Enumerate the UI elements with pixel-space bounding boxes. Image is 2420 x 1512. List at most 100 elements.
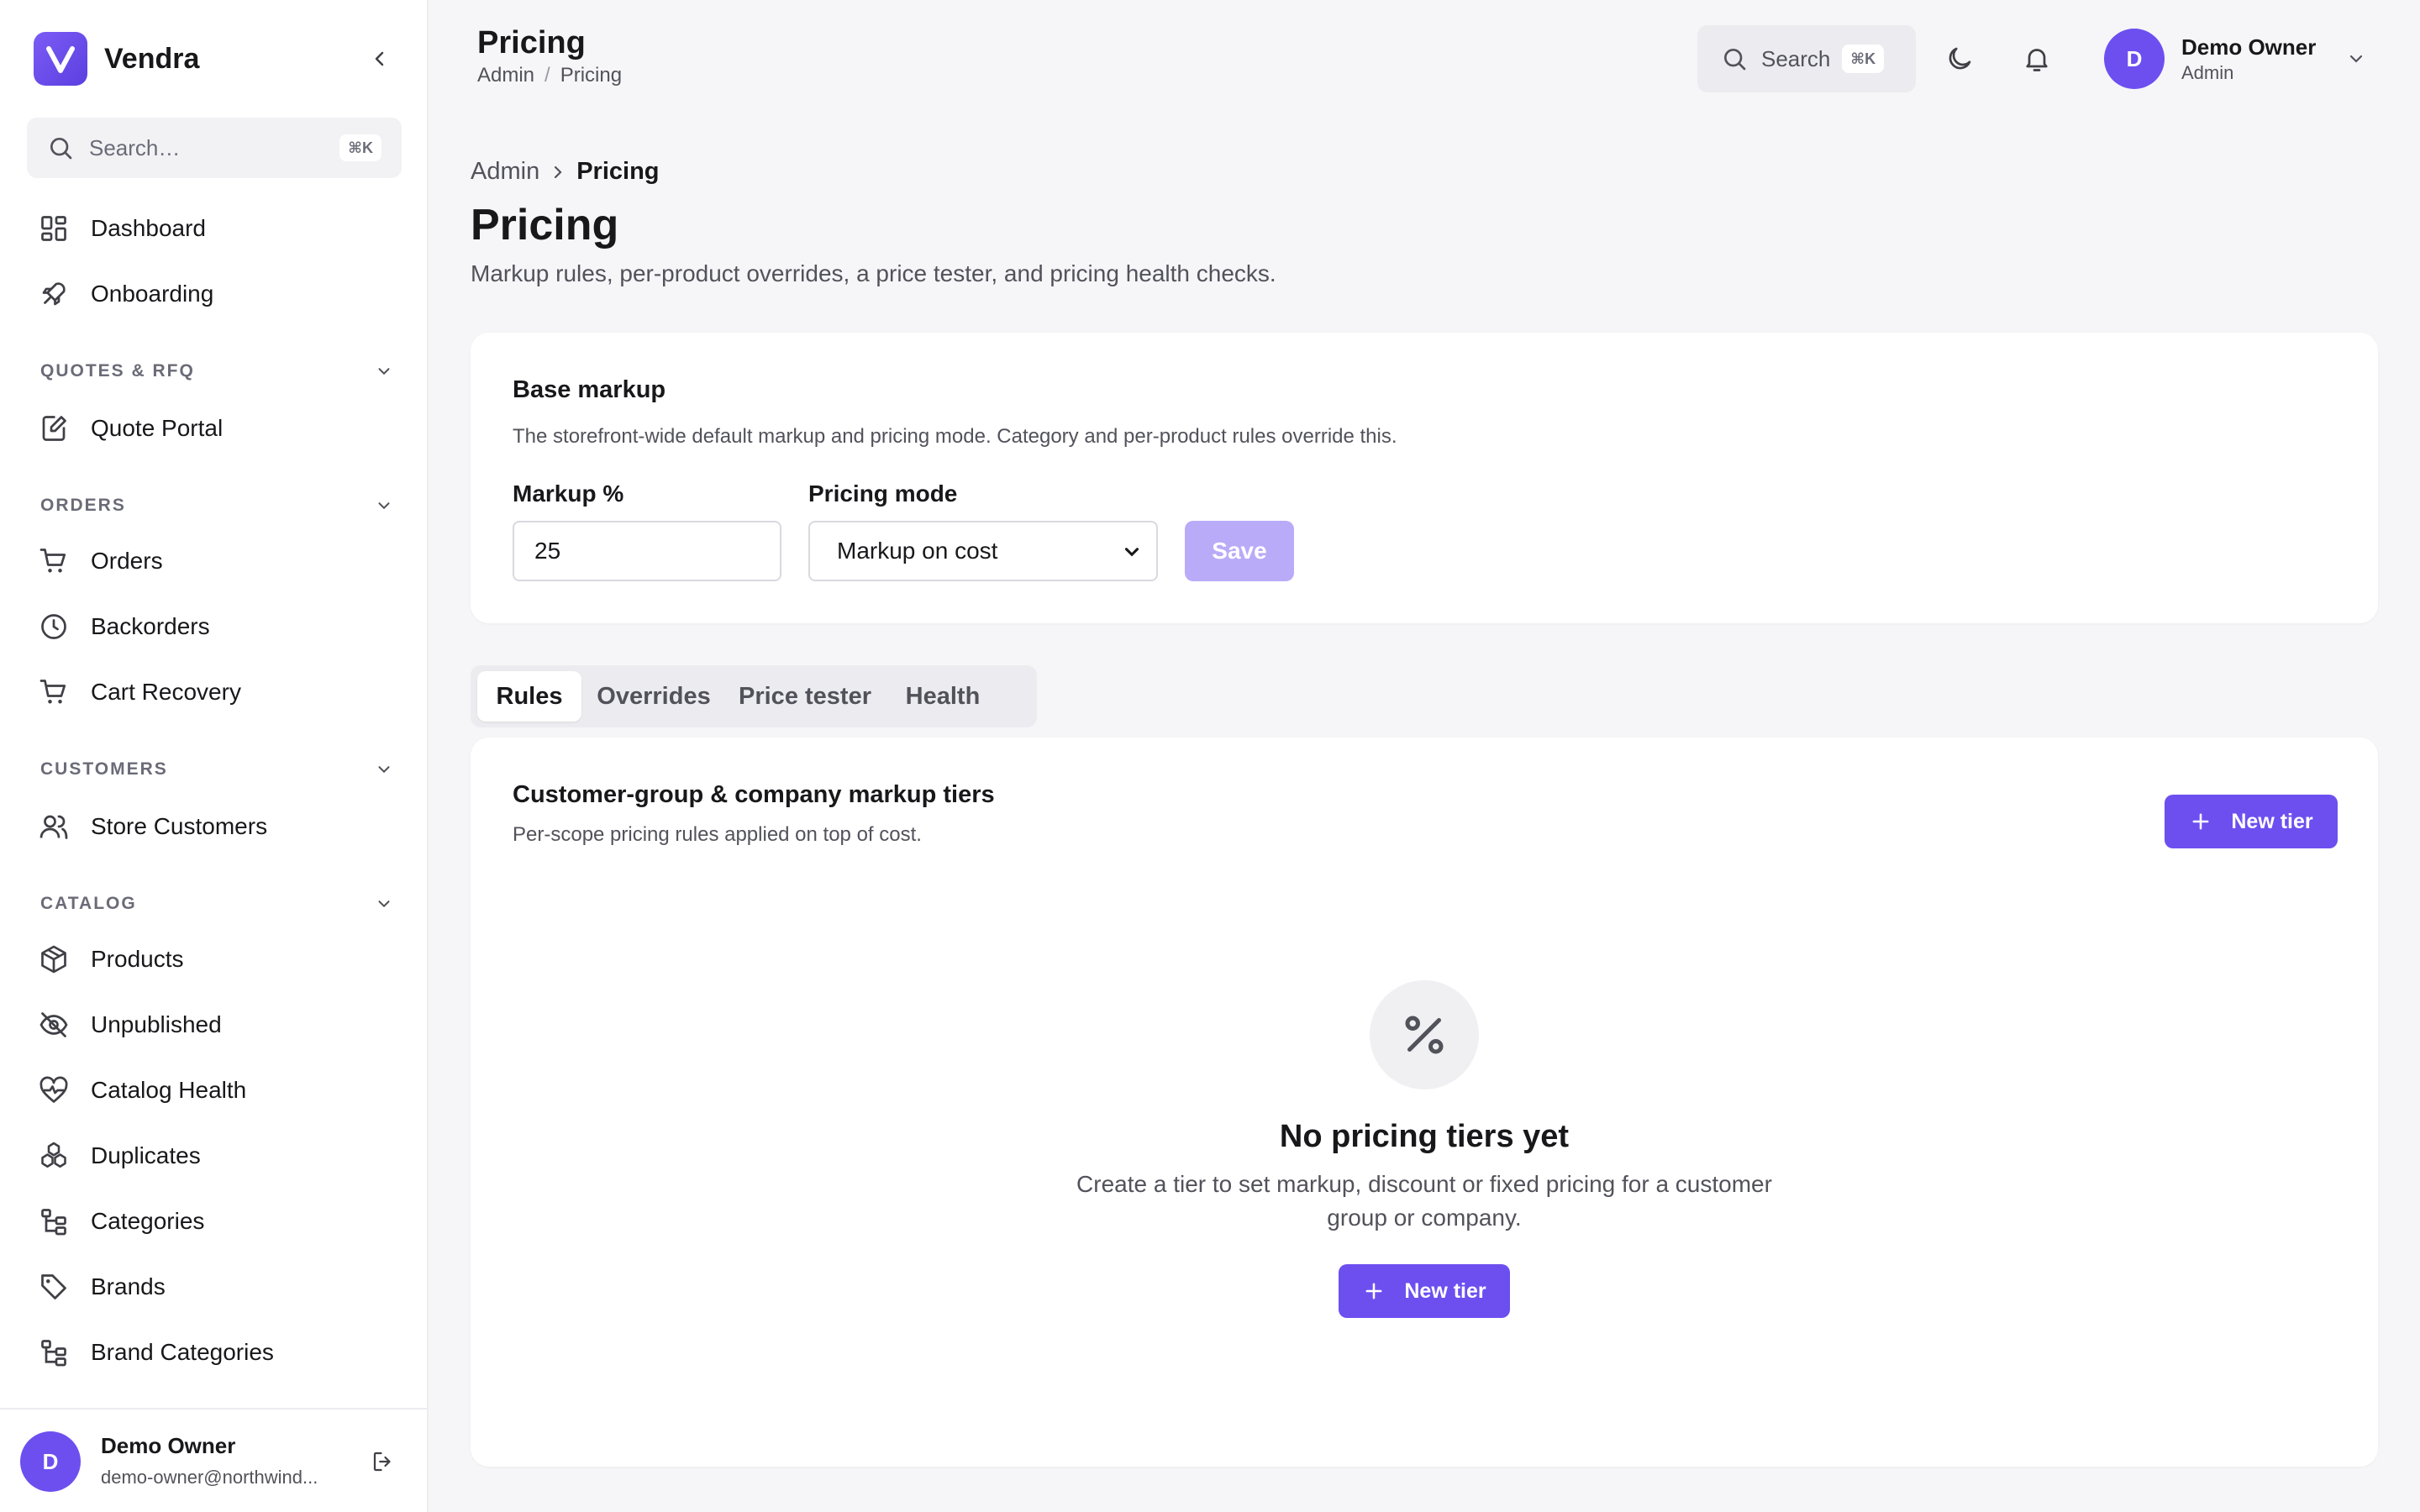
tree-icon xyxy=(41,1209,66,1236)
sidebar-item-label: Products xyxy=(91,946,184,972)
sidebar-item-onboarding[interactable]: Onboarding xyxy=(39,273,213,315)
sidebar-item-label: Store Customers xyxy=(91,813,268,839)
logout-icon xyxy=(373,1452,391,1472)
tab-rules[interactable]: Rules xyxy=(477,671,581,722)
empty-state-title: No pricing tiers yet xyxy=(1279,1119,1570,1154)
breadcrumb-admin-link[interactable]: Admin xyxy=(477,64,534,87)
new-tier-button[interactable]: New tier xyxy=(2165,795,2338,848)
tiers-title: Customer-group & company markup tiers xyxy=(513,781,995,808)
chevron-right-icon xyxy=(555,165,562,178)
logout-button[interactable] xyxy=(366,1445,400,1478)
sidebar-item-unpublished[interactable]: Unpublished xyxy=(39,1004,222,1046)
cart-icon xyxy=(39,680,66,704)
avatar[interactable]: D xyxy=(20,1431,81,1492)
base-markup-title: Base markup xyxy=(513,376,666,403)
tab-health[interactable]: Health xyxy=(889,671,997,722)
empty-state-new-tier-button[interactable]: New tier xyxy=(1339,1264,1510,1318)
avatar: D xyxy=(2104,29,2165,89)
section-label: QUOTES & RFQ xyxy=(40,361,195,381)
footer-user-email: demo-owner@northwind... xyxy=(101,1467,318,1488)
sidebar-item-duplicates[interactable]: Duplicates xyxy=(39,1135,201,1177)
pricing-tabs: Rules Overrides Price tester Health xyxy=(471,665,1037,727)
base-markup-description: The storefront-wide default markup and p… xyxy=(513,425,1397,448)
header-breadcrumb: Admin / Pricing xyxy=(477,64,622,87)
sidebar-item-label: Brand Categories xyxy=(91,1339,274,1365)
tab-price-tester[interactable]: Price tester xyxy=(726,671,884,722)
tiers-subtitle: Per-scope pricing rules applied on top o… xyxy=(513,823,922,846)
chevron-down-icon xyxy=(378,900,390,908)
pricing-mode-select[interactable]: Markup on cost xyxy=(808,521,1158,581)
breadcrumb-current: Pricing xyxy=(576,158,660,185)
tab-overrides[interactable]: Overrides xyxy=(587,671,721,722)
bell-icon xyxy=(2026,49,2048,71)
sidebar-item-backorders[interactable]: Backorders xyxy=(39,606,210,648)
tree-icon xyxy=(41,1340,66,1367)
pricing-mode-value: Markup on cost xyxy=(837,538,998,564)
sidebar-item-catalog-health[interactable]: Catalog Health xyxy=(39,1069,246,1111)
sidebar-item-label: Quote Portal xyxy=(91,415,224,441)
header-search-button[interactable]: Search ⌘K xyxy=(1697,25,1916,92)
cart-icon xyxy=(39,549,66,573)
top-header: Pricing Admin / Pricing Search ⌘K D Demo O… xyxy=(429,0,2420,116)
breadcrumb-admin-link[interactable]: Admin xyxy=(471,158,539,186)
section-customers-toggle[interactable]: CUSTOMERS xyxy=(40,757,393,782)
sidebar-item-orders[interactable]: Orders xyxy=(39,540,163,582)
header-search-label: Search xyxy=(1761,45,1831,71)
markup-percent-input[interactable]: 25 xyxy=(513,521,781,581)
app-name: Vendra xyxy=(104,42,200,75)
sidebar-item-brand-categories[interactable]: Brand Categories xyxy=(39,1331,274,1373)
section-orders-toggle[interactable]: ORDERS xyxy=(40,493,393,518)
header-title: Pricing xyxy=(477,25,586,60)
empty-state-button-label: New tier xyxy=(1404,1278,1486,1303)
percent-icon xyxy=(1370,980,1479,1089)
section-catalog-toggle[interactable]: CATALOG xyxy=(40,891,393,916)
sidebar-search-input[interactable]: Search… ⌘K xyxy=(27,118,402,178)
breadcrumb: Admin Pricing xyxy=(471,158,660,186)
sidebar-item-label: Dashboard xyxy=(91,215,206,241)
section-label: ORDERS xyxy=(40,496,126,515)
page-title: Pricing xyxy=(471,201,619,249)
breadcrumb-current: Pricing xyxy=(560,64,623,87)
eye-off-icon xyxy=(39,1012,68,1037)
base-markup-card: Base markup The storefront-wide default … xyxy=(471,333,2378,623)
section-label: CUSTOMERS xyxy=(40,759,168,779)
sidebar-item-label: Backorders xyxy=(91,613,210,639)
sidebar-item-brands[interactable]: Brands xyxy=(39,1266,166,1308)
footer-user-name: Demo Owner xyxy=(101,1433,236,1458)
tag-icon xyxy=(41,1274,66,1299)
notifications-button[interactable] xyxy=(2015,37,2059,81)
breadcrumb-separator: / xyxy=(544,64,550,87)
sidebar-search-placeholder: Search… xyxy=(89,134,181,160)
sidebar-item-quote-portal[interactable]: Quote Portal xyxy=(39,407,223,449)
user-name: Demo Owner xyxy=(2181,34,2317,60)
sidebar-item-products[interactable]: Products xyxy=(39,938,184,980)
user-menu-button[interactable]: D Demo Owner Admin xyxy=(2104,29,2373,89)
sidebar-item-label: Cart Recovery xyxy=(91,679,241,705)
sidebar-item-label: Orders xyxy=(91,548,163,574)
pricing-mode-label: Pricing mode xyxy=(808,480,958,507)
sidebar-item-store-customers[interactable]: Store Customers xyxy=(39,806,267,848)
markup-tiers-card: Customer-group & company markup tiers Pe… xyxy=(471,738,2378,1467)
clock-icon xyxy=(41,614,66,639)
search-icon xyxy=(1724,49,1746,71)
user-info: Demo Owner Admin xyxy=(2181,34,2316,84)
package-icon xyxy=(41,945,66,974)
save-button[interactable]: Save xyxy=(1185,521,1294,581)
chevron-down-icon xyxy=(378,502,390,510)
theme-toggle-button[interactable] xyxy=(1938,37,1981,81)
sidebar-item-dashboard[interactable]: Dashboard xyxy=(39,207,206,249)
sidebar-item-cart-recovery[interactable]: Cart Recovery xyxy=(39,671,241,713)
header-search-shortcut: ⌘K xyxy=(1842,45,1885,73)
collapse-sidebar-button[interactable] xyxy=(365,44,395,74)
plus-icon xyxy=(2192,813,2209,830)
page-subtitle: Markup rules, per-product overrides, a p… xyxy=(471,260,1276,286)
sidebar-item-categories[interactable]: Categories xyxy=(39,1200,204,1242)
empty-state-text: Create a tier to set markup, discount or… xyxy=(1076,1171,1772,1231)
vendra-logo-icon xyxy=(34,32,87,86)
heart-pulse-icon xyxy=(39,1076,68,1103)
sidebar-item-label: Unpublished xyxy=(91,1011,222,1037)
users-icon xyxy=(39,815,68,839)
section-label: CATALOG xyxy=(40,894,137,913)
chevron-down-icon xyxy=(1124,548,1139,557)
section-quotes-toggle[interactable]: QUOTES & RFQ xyxy=(40,359,393,384)
